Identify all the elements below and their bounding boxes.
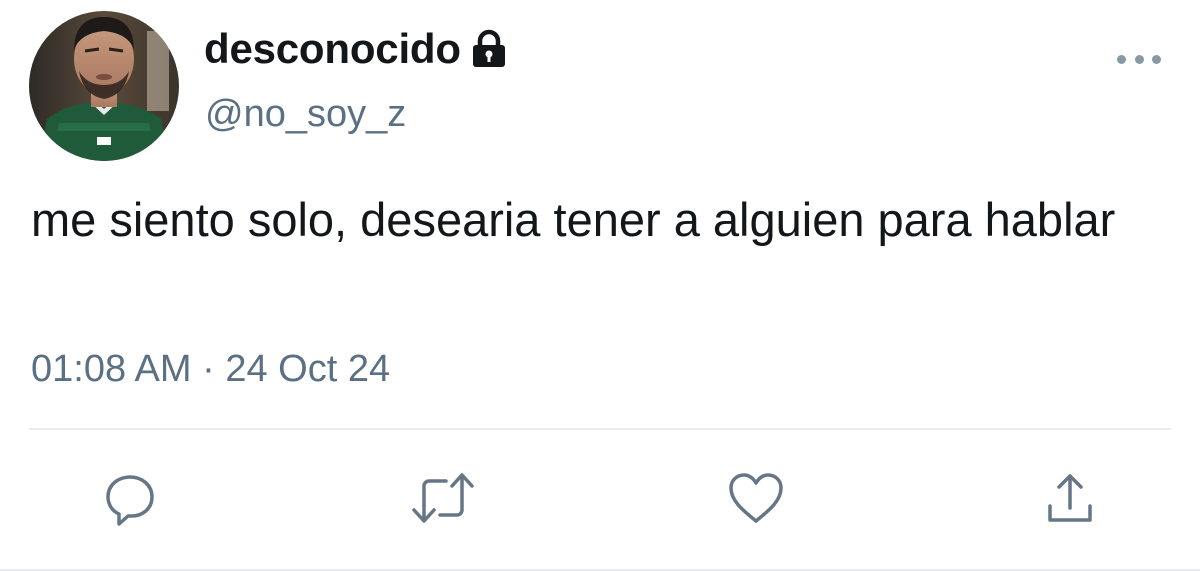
lock-icon: [470, 29, 508, 69]
display-name[interactable]: desconocido: [204, 28, 461, 70]
reply-button[interactable]: [95, 465, 165, 535]
like-button[interactable]: [721, 465, 791, 535]
like-icon: [727, 471, 785, 530]
user-handle[interactable]: @no_soy_z: [205, 95, 406, 133]
share-button[interactable]: [1035, 465, 1105, 535]
dot: [1134, 54, 1144, 64]
dot: [1117, 54, 1126, 64]
reply-icon: [102, 470, 158, 531]
tweet-timestamp[interactable]: 01:08 AM · 24 Oct 24: [31, 350, 390, 388]
divider: [29, 428, 1171, 430]
share-icon: [1042, 470, 1098, 531]
display-name-row[interactable]: desconocido: [204, 24, 508, 74]
retweet-button[interactable]: [408, 465, 478, 535]
retweet-icon: [410, 470, 476, 531]
action-bar: [0, 465, 1200, 535]
tweet-text: me siento solo, desearia tener a alguien…: [31, 193, 1116, 246]
avatar[interactable]: [29, 11, 179, 161]
more-options-icon[interactable]: [1117, 52, 1161, 66]
dot: [1152, 54, 1161, 64]
profile-photo-icon: [29, 11, 179, 161]
